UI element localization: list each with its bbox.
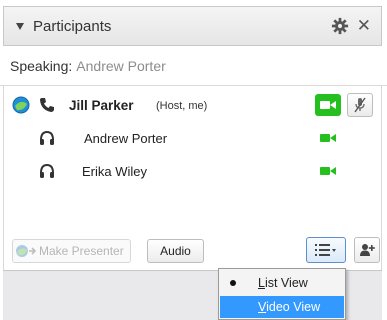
selected-bullet-icon bbox=[230, 280, 236, 286]
video-camera-icon[interactable] bbox=[320, 133, 336, 143]
list-view-icon bbox=[315, 244, 336, 256]
view-dropdown-menu: List View Video View bbox=[218, 268, 346, 320]
menu-item-video-view[interactable]: Video View bbox=[220, 296, 344, 318]
view-menu-button[interactable] bbox=[306, 237, 346, 263]
participants-toolbar: Make Presenter Audio bbox=[3, 236, 382, 270]
add-user-icon bbox=[360, 244, 375, 256]
participant-row[interactable]: Jill Parker (Host, me) bbox=[4, 89, 381, 122]
menu-item-accel: V bbox=[258, 300, 267, 314]
video-camera-icon bbox=[320, 101, 336, 109]
microphone-muted-icon bbox=[354, 97, 366, 113]
mute-button[interactable] bbox=[347, 93, 373, 117]
participant-name: Jill Parker bbox=[69, 98, 134, 113]
panel-header: Participants ✕ bbox=[3, 6, 382, 46]
make-presenter-icon bbox=[16, 245, 37, 257]
make-presenter-label: Make Presenter bbox=[39, 244, 124, 258]
participant-name: Andrew Porter bbox=[84, 131, 168, 146]
audio-button[interactable]: Audio bbox=[147, 239, 204, 263]
panel-title: Participants bbox=[33, 17, 112, 35]
participant-row[interactable]: Andrew Porter bbox=[4, 122, 381, 155]
participants-panel: Participants ✕ Speaking: Andrew Porter J… bbox=[0, 0, 387, 320]
menu-item-accel: L bbox=[258, 276, 265, 290]
speaking-label: Speaking: bbox=[10, 57, 73, 74]
participant-list: Jill Parker (Host, me) Andrew Porter Eri… bbox=[3, 86, 382, 236]
presenter-ball-icon bbox=[12, 96, 30, 114]
participant-name: Erika Wiley bbox=[82, 164, 148, 179]
headset-icon bbox=[40, 130, 54, 145]
menu-item-label: ist View bbox=[264, 276, 308, 290]
video-camera-button[interactable] bbox=[315, 94, 341, 116]
speaking-indicator: Speaking: Andrew Porter bbox=[0, 46, 387, 86]
menu-item-list-view[interactable]: List View bbox=[220, 272, 344, 294]
headset-icon bbox=[40, 163, 54, 178]
triangle-down-icon[interactable] bbox=[16, 22, 24, 30]
video-camera-icon[interactable] bbox=[320, 166, 336, 176]
gear-icon[interactable] bbox=[331, 17, 349, 35]
make-presenter-button[interactable]: Make Presenter bbox=[12, 239, 131, 263]
phone-icon bbox=[40, 98, 54, 112]
add-participant-button[interactable] bbox=[354, 237, 380, 263]
participant-row[interactable]: Erika Wiley bbox=[4, 155, 381, 188]
menu-item-label: ideo View bbox=[266, 300, 321, 314]
close-icon[interactable]: ✕ bbox=[357, 16, 371, 36]
audio-label: Audio bbox=[160, 244, 191, 258]
participant-role: (Host, me) bbox=[156, 99, 208, 112]
speaking-name: Andrew Porter bbox=[76, 57, 166, 74]
